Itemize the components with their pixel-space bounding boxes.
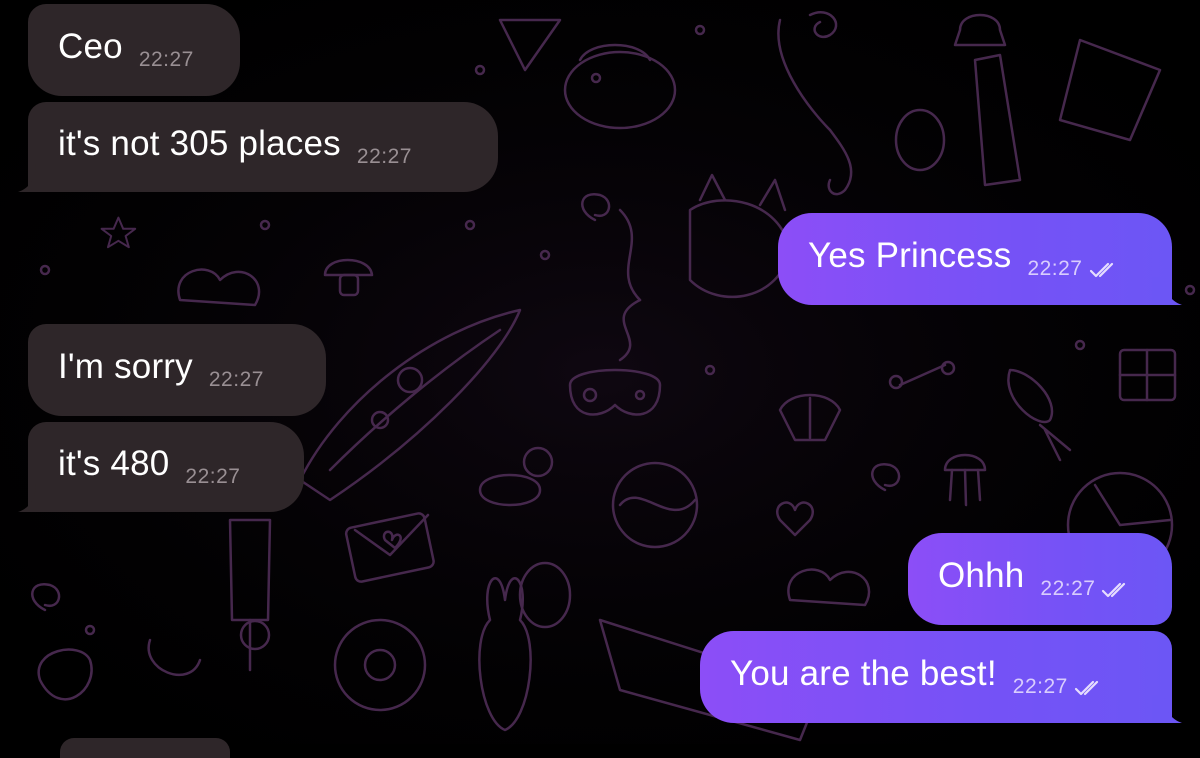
- message-text: Ceo: [58, 26, 123, 66]
- message-time: 22:27: [1040, 577, 1096, 600]
- incoming-message[interactable]: I'm sorry 22:27: [28, 324, 326, 416]
- message-time: 22:27: [1012, 675, 1068, 698]
- message-text: Yes Princess: [808, 235, 1012, 275]
- partial-incoming-message: [60, 738, 230, 758]
- message-text: it's 480: [58, 443, 170, 483]
- message-text: You are the best!: [730, 653, 997, 693]
- double-check-icon: [1089, 262, 1113, 278]
- outgoing-message[interactable]: Yes Princess 22:27: [778, 213, 1182, 305]
- outgoing-message[interactable]: You are the best! 22:27: [700, 631, 1182, 723]
- incoming-message[interactable]: Ceo 22:27: [28, 4, 240, 96]
- bubble-tail: [18, 164, 48, 192]
- message-text: it's not 305 places: [58, 123, 341, 163]
- message-time: 22:27: [138, 48, 194, 71]
- bubble-tail: [1152, 695, 1182, 723]
- chat-message-list[interactable]: Ceo 22:27 it's not 305 places 22:27 Yes …: [0, 0, 1200, 758]
- double-check-icon: [1102, 582, 1126, 598]
- message-time: 22:27: [356, 145, 412, 168]
- message-time: 22:27: [1027, 257, 1083, 280]
- double-check-icon: [1074, 680, 1098, 696]
- message-time: 22:27: [185, 465, 241, 488]
- message-text: Ohhh: [938, 555, 1025, 595]
- message-time: 22:27: [208, 368, 264, 391]
- outgoing-message[interactable]: Ohhh 22:27: [908, 533, 1172, 625]
- incoming-message[interactable]: it's 480 22:27: [18, 422, 304, 512]
- bubble-tail: [1152, 277, 1182, 305]
- bubble-tail: [18, 484, 48, 512]
- message-text: I'm sorry: [58, 346, 193, 386]
- incoming-message[interactable]: it's not 305 places 22:27: [18, 102, 498, 192]
